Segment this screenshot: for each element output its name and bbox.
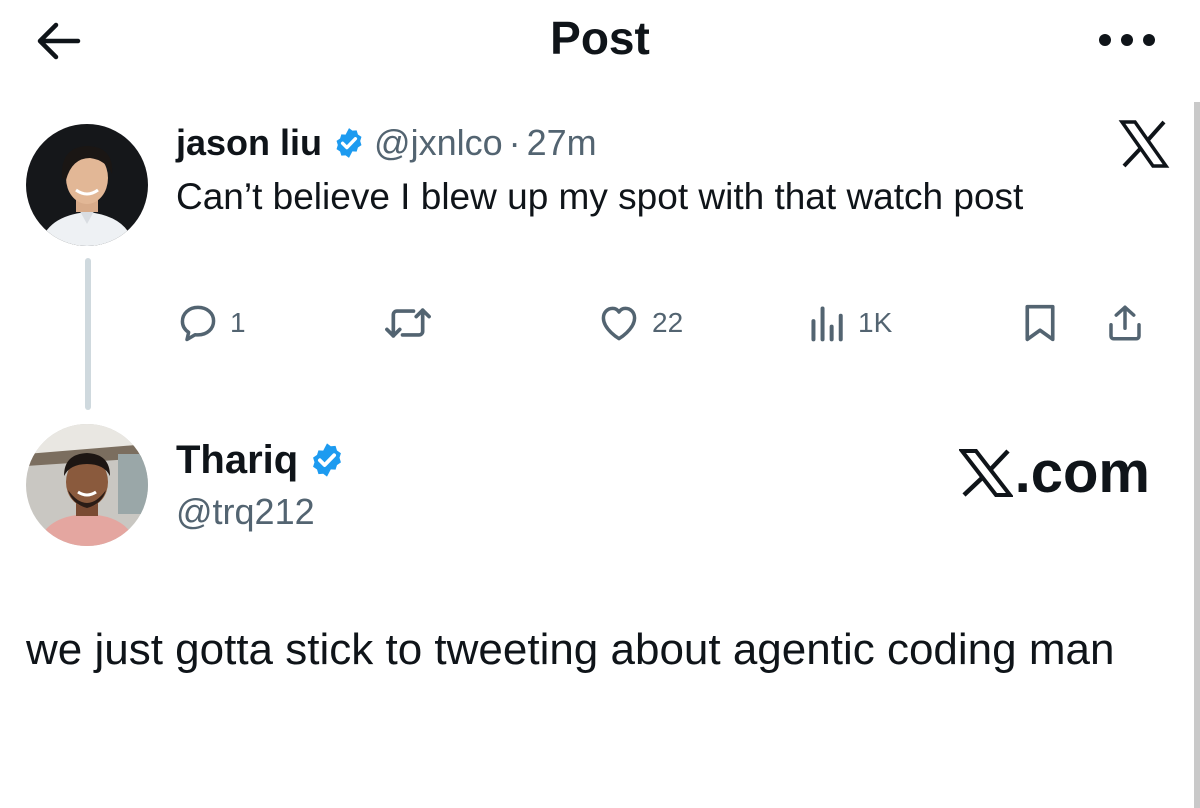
repost-icon: [385, 308, 431, 338]
reply-button[interactable]: 1: [176, 296, 246, 350]
verified-badge-icon: [308, 441, 346, 479]
heart-icon: [601, 306, 637, 341]
more-button[interactable]: [1092, 22, 1162, 58]
post1-action-bar: 1 22 1K: [176, 296, 1170, 350]
like-button[interactable]: 22: [596, 296, 683, 350]
post1-header: jason liu @jxnlco · 27m: [176, 116, 597, 170]
share-button[interactable]: [1104, 296, 1146, 350]
share-icon: [1109, 305, 1141, 341]
author-handle[interactable]: @jxnlco: [374, 122, 503, 164]
author-name[interactable]: jason liu: [176, 122, 322, 164]
reply-count: 1: [230, 307, 246, 338]
views-chart-icon: [811, 306, 843, 342]
post-page: Post jason liu @jxnlco · 27m Can’t belie…: [0, 0, 1200, 808]
x-logo-icon[interactable]: [1118, 118, 1170, 170]
views-button[interactable]: 1K: [808, 296, 892, 350]
author-handle[interactable]: @trq212: [176, 488, 315, 536]
avatar-thariq[interactable]: [26, 424, 148, 546]
post-timestamp[interactable]: 27m: [527, 122, 597, 164]
xcom-text: .com: [1014, 440, 1150, 505]
verified-badge-icon: [332, 126, 366, 160]
reply-icon: [180, 305, 216, 342]
views-count: 1K: [858, 307, 893, 338]
separator-dot: ·: [508, 122, 521, 163]
post1-text: Can’t believe I blew up my spot with tha…: [176, 176, 1024, 217]
bookmark-button[interactable]: [1020, 296, 1060, 350]
like-count: 22: [652, 307, 684, 338]
bookmark-icon: [1025, 304, 1055, 342]
avatar-photo: [26, 424, 148, 546]
post2-text: we just gotta stick to tweeting about ag…: [26, 625, 1115, 674]
post2-header: Thariq: [176, 434, 354, 486]
more-icon: [1099, 34, 1155, 46]
repost-button[interactable]: [382, 296, 444, 350]
thread-connector: [85, 258, 91, 410]
avatar-photo: [26, 124, 148, 246]
scrollbar[interactable]: [1194, 102, 1200, 808]
xcom-watermark: .com: [958, 438, 1150, 508]
x-logo-icon: [958, 449, 1013, 497]
avatar-jason-liu[interactable]: [26, 124, 148, 246]
page-title: Post: [550, 12, 650, 64]
author-name[interactable]: Thariq: [176, 438, 298, 483]
